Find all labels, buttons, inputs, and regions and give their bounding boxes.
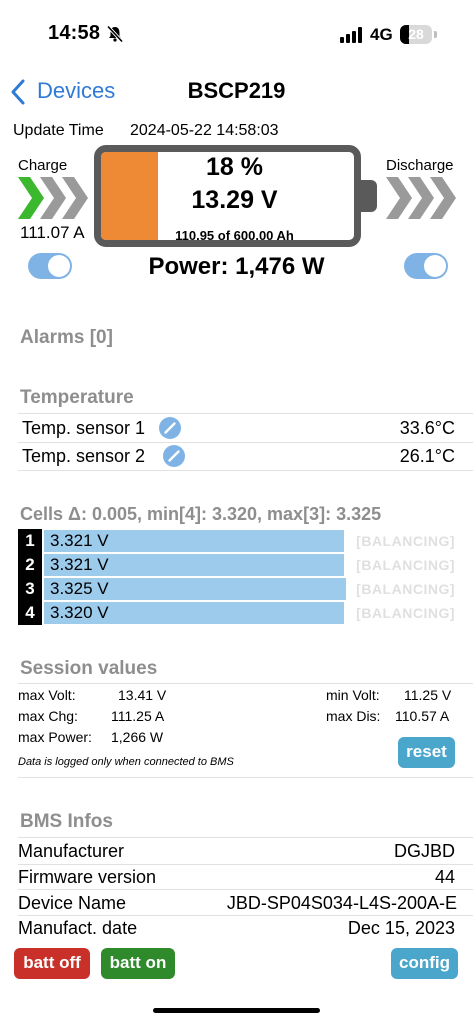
cell-voltage: 3.321 V — [50, 531, 109, 550]
pack-voltage: 13.29 V — [191, 186, 278, 214]
cell-index: 1 — [18, 529, 42, 553]
divider — [18, 915, 473, 916]
temp-sensor-1-value: 33.6°C — [399, 418, 455, 438]
batt-on-button[interactable]: batt on — [101, 948, 175, 979]
power-readout: Power: 1,476 W — [148, 253, 325, 280]
cell-row: 1 3.321 V [BALANCING] — [18, 529, 473, 553]
divider — [18, 413, 473, 414]
edit-pencil-icon[interactable] — [163, 445, 185, 467]
charge-label: Charge — [18, 157, 68, 174]
edit-pencil-icon[interactable] — [159, 417, 181, 439]
max-volt-label: max Volt: — [18, 687, 76, 703]
status-time: 14:58 — [48, 22, 101, 44]
cell-index: 2 — [18, 553, 42, 577]
firmware-label: Firmware version — [18, 867, 157, 887]
max-dis-value: 110.57 A — [395, 708, 450, 724]
session-title: Session values — [20, 658, 158, 679]
divider — [18, 442, 473, 443]
min-volt-value: 11.25 V — [404, 687, 452, 703]
cell-row: 4 3.320 V [BALANCING] — [18, 601, 473, 625]
update-time-value: 2024-05-22 14:58:03 — [130, 122, 279, 139]
manufacturer-value: DGJBD — [393, 841, 455, 861]
cell-index: 4 — [18, 601, 42, 625]
firmware-value: 44 — [434, 867, 455, 887]
cell-voltage: 3.321 V — [50, 555, 109, 574]
battery-level: 28 — [408, 26, 424, 42]
min-volt-label: min Volt: — [326, 687, 380, 703]
alarms-title: Alarms [0] — [20, 327, 113, 348]
signal-icon — [340, 27, 362, 43]
discharge-label: Discharge — [386, 157, 454, 174]
cell-row: 2 3.321 V [BALANCING] — [18, 553, 473, 577]
divider — [18, 889, 473, 890]
battery-status-icon: 28 — [400, 25, 432, 44]
discharge-arrows-icon — [386, 177, 456, 219]
cell-row: 3 3.325 V [BALANCING] — [18, 577, 473, 601]
max-volt-value: 13.41 V — [118, 687, 167, 703]
batt-off-button[interactable]: batt off — [14, 948, 90, 979]
session-note: Data is logged only when connected to BM… — [18, 756, 234, 768]
cell-voltage: 3.320 V — [50, 603, 109, 622]
update-time-label: Update Time — [13, 122, 104, 139]
max-dis-label: max Dis: — [326, 708, 381, 724]
divider — [18, 683, 473, 684]
cells-title: Cells Δ: 0.005, min[4]: 3.320, max[3]: 3… — [20, 504, 382, 524]
cell-balancing-status: [BALANCING] — [356, 581, 455, 597]
soc-percent: 18 % — [206, 153, 263, 181]
bell-muted-icon — [106, 25, 124, 43]
cell-balancing-status: [BALANCING] — [356, 533, 455, 549]
charge-arrows-icon — [18, 177, 88, 219]
cell-balancing-status: [BALANCING] — [356, 557, 455, 573]
manufact-date-label: Manufact. date — [18, 918, 138, 938]
divider — [18, 864, 473, 865]
temp-sensor-2-value: 26.1°C — [399, 446, 455, 466]
network-label: 4G — [370, 25, 393, 44]
cell-balancing-status: [BALANCING] — [356, 605, 455, 621]
max-chg-value: 111.25 A — [111, 708, 165, 724]
cells-table: 1 3.321 V [BALANCING] 2 3.321 V [BALANCING] 3 3… — [18, 529, 473, 625]
page-title: BSCP219 — [187, 78, 286, 103]
battery-tip — [434, 31, 437, 38]
divider — [18, 777, 473, 778]
capacity-text: 110.95 of 600.00 Ah — [175, 228, 294, 243]
status-bar: 14:58 4G 28 — [0, 0, 473, 60]
reset-button[interactable]: reset — [398, 737, 455, 768]
temp-sensor-2-label: Temp. sensor 2 — [22, 446, 146, 466]
cell-index: 3 — [18, 577, 42, 601]
divider — [18, 470, 473, 471]
device-name-label: Device Name — [18, 893, 127, 913]
max-power-label: max Power: — [18, 729, 92, 745]
temp-sensor-1-label: Temp. sensor 1 — [22, 418, 146, 438]
device-name-value: JBD-SP04S034-L4S-200A-E — [226, 893, 457, 913]
manufacturer-label: Manufacturer — [18, 841, 125, 861]
max-chg-label: max Chg: — [18, 708, 78, 724]
navigation-bar: Devices BSCP219 — [0, 70, 473, 114]
bms-title: BMS Infos — [20, 811, 113, 832]
home-indicator — [153, 1008, 320, 1013]
divider — [18, 837, 473, 838]
manufact-date-value: Dec 15, 2023 — [347, 918, 455, 938]
charge-current: 111.07 A — [20, 223, 85, 242]
cell-voltage: 3.325 V — [50, 579, 109, 598]
temperature-title: Temperature — [20, 387, 134, 408]
max-power-value: 1,266 W — [111, 729, 164, 745]
config-button[interactable]: config — [391, 948, 458, 979]
